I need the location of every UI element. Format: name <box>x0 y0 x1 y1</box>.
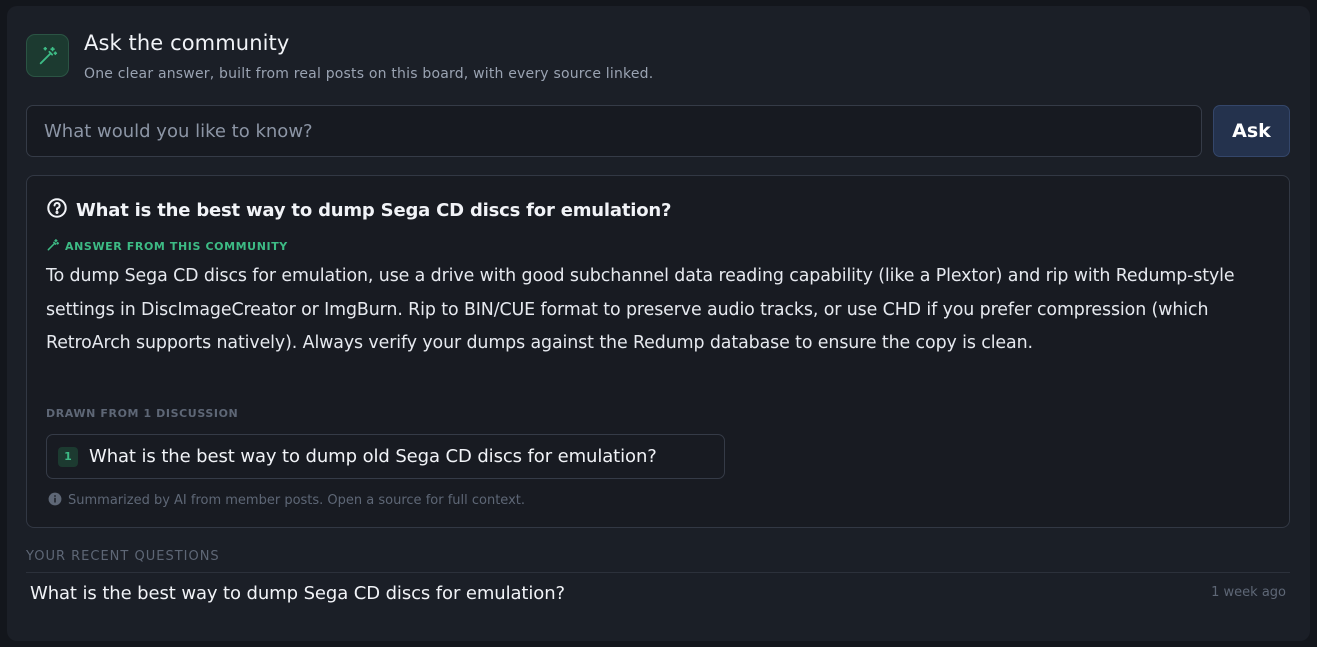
source-title: What is the best way to dump old Sega CD… <box>89 446 657 467</box>
recent-question-text: What is the best way to dump Sega CD dis… <box>30 583 565 604</box>
ai-disclaimer: Summarized by AI from member posts. Open… <box>68 493 525 508</box>
recent-question-item[interactable]: What is the best way to dump Sega CD dis… <box>26 573 1290 623</box>
magic-wand-small-icon <box>46 237 60 256</box>
answer-body: To dump Sega CD discs for emulation, use… <box>46 266 1235 353</box>
sources-label: DRAWN FROM 1 DISCUSSION <box>46 407 239 420</box>
answer-card: What is the best way to dump Sega CD dis… <box>26 175 1290 528</box>
answer-label-row: ANSWER FROM THIS COMMUNITY <box>46 237 288 256</box>
question-circle-icon <box>46 197 68 223</box>
answer-question-row: What is the best way to dump Sega CD dis… <box>46 197 671 223</box>
recent-question-time: 1 week ago <box>1211 585 1286 600</box>
answer-source-label: ANSWER FROM THIS COMMUNITY <box>65 240 288 253</box>
info-icon <box>48 491 62 510</box>
magic-wand-icon <box>26 34 69 77</box>
recent-questions-label: YOUR RECENT QUESTIONS <box>26 549 220 564</box>
source-number-badge: 1 <box>58 446 78 467</box>
search-row: Ask <box>26 105 1290 157</box>
page-title: Ask the community <box>84 31 290 55</box>
page-subtitle: One clear answer, built from real posts … <box>84 66 654 82</box>
ask-community-panel: Ask the community One clear answer, buil… <box>7 6 1310 641</box>
header: Ask the community One clear answer, buil… <box>26 28 653 82</box>
question-input[interactable] <box>26 105 1202 157</box>
source-link[interactable]: 1 What is the best way to dump old Sega … <box>46 434 725 479</box>
ask-button[interactable]: Ask <box>1213 105 1290 157</box>
answer-question-title: What is the best way to dump Sega CD dis… <box>76 199 672 221</box>
disclaimer-row: Summarized by AI from member posts. Open… <box>48 491 525 510</box>
